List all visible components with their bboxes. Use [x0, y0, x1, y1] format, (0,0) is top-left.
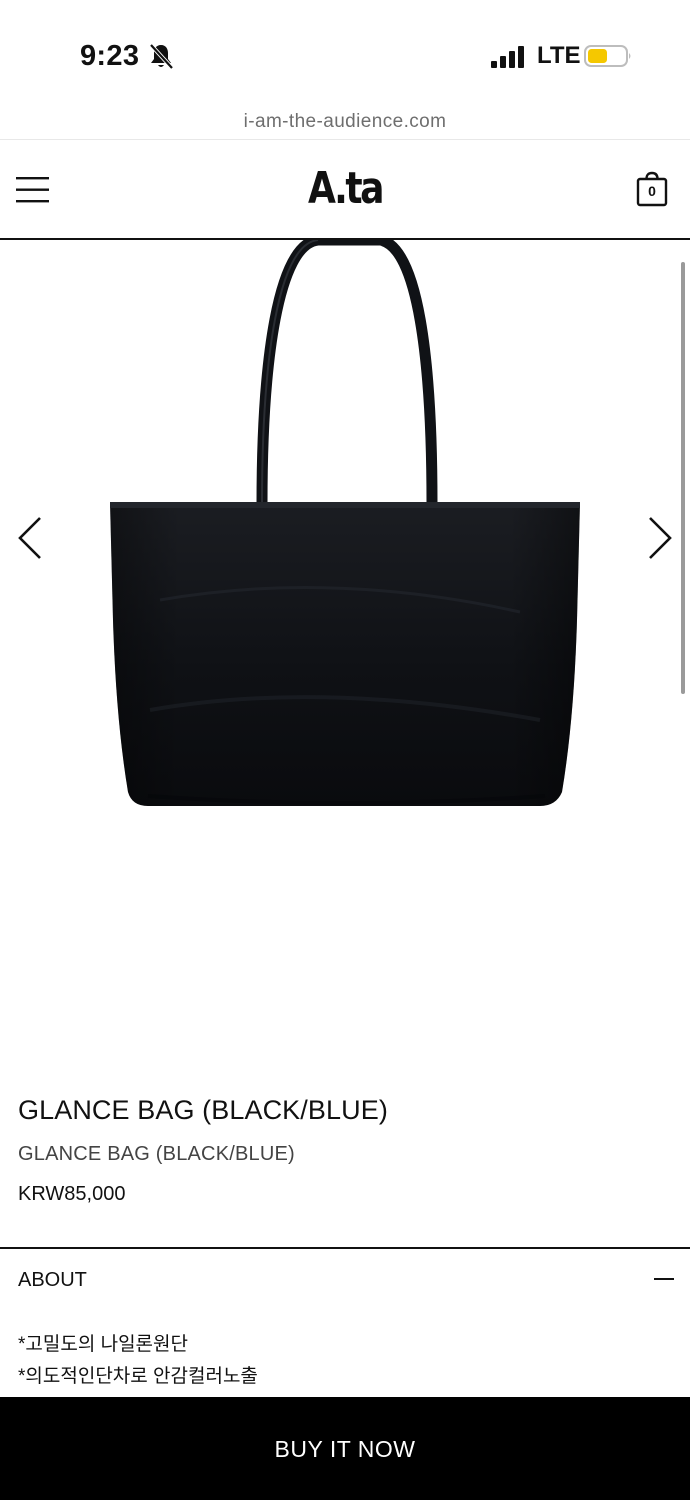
- product-title: GLANCE BAG (BLACK/BLUE): [18, 1095, 388, 1125]
- url-bar[interactable]: i-am-the-audience.com: [0, 100, 690, 140]
- chevron-right-icon[interactable]: [646, 516, 674, 560]
- buy-now-button[interactable]: BUY IT NOW: [0, 1397, 690, 1500]
- site-logo[interactable]: A.ta: [62, 163, 628, 214]
- product-gallery[interactable]: [0, 240, 690, 1070]
- status-time: 9:23: [80, 40, 140, 72]
- about-label: ABOUT: [18, 1269, 87, 1291]
- minus-icon[interactable]: [654, 1278, 674, 1280]
- product-price: KRW85,000: [18, 1183, 126, 1205]
- scroll-indicator[interactable]: [681, 262, 685, 694]
- cart-button[interactable]: 0: [636, 171, 668, 207]
- tote-bag-image: [110, 240, 580, 806]
- about-section: ABOUT *고밀도의 나일론원단 *의도적인단차로 안감컬러노출: [0, 1247, 690, 1397]
- cellular-signal-icon: [491, 46, 524, 68]
- about-toggle[interactable]: ABOUT: [0, 1249, 690, 1311]
- product-subtitle: GLANCE BAG (BLACK/BLUE): [18, 1143, 295, 1165]
- network-type: LTE: [537, 42, 581, 69]
- cart-count: 0: [648, 183, 656, 199]
- buy-now-label: BUY IT NOW: [274, 1436, 416, 1462]
- hamburger-menu-icon[interactable]: [16, 175, 50, 205]
- about-description: *고밀도의 나일론원단 *의도적인단차로 안감컬러노출: [18, 1329, 258, 1393]
- bell-slash-icon: [149, 43, 174, 70]
- status-bar: 9:23 LTE: [0, 0, 690, 100]
- chevron-left-icon[interactable]: [16, 516, 44, 560]
- about-line: *의도적인단차로 안감컬러노출: [18, 1366, 258, 1387]
- url-text: i-am-the-audience.com: [243, 111, 447, 132]
- about-line: *고밀도의 나일론원단: [18, 1334, 188, 1355]
- site-header: A.ta 0: [0, 141, 690, 240]
- battery-icon: [584, 45, 631, 67]
